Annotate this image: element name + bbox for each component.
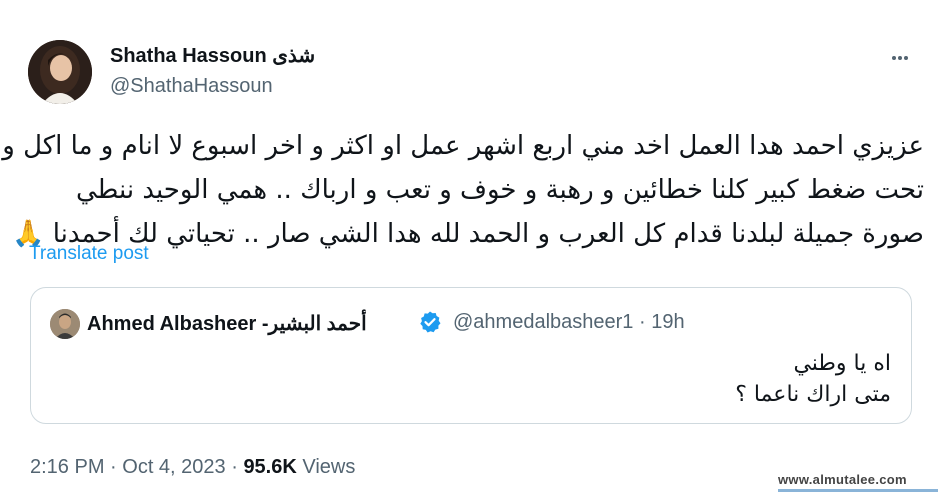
post-text-line: صورة جميلة لبلدنا قدام كل العرب و الحمد … bbox=[12, 219, 924, 249]
quoted-author-name: Ahmed Albasheer -أحمد البشير bbox=[87, 313, 367, 335]
translate-post-link[interactable]: Translate post bbox=[29, 243, 149, 265]
watermark-underline bbox=[778, 489, 938, 492]
quoted-handle-time: @ahmedalbasheer1 · 19h bbox=[453, 311, 685, 333]
quoted-post-text: اه يا وطني متى اراك ناعما ؟ bbox=[735, 348, 891, 410]
views-count: 95.6K bbox=[243, 456, 297, 478]
more-icon bbox=[892, 56, 896, 60]
quoted-author-avatar bbox=[50, 309, 80, 339]
watermark-text: www.almutalee.com bbox=[778, 472, 907, 487]
author-avatar[interactable] bbox=[28, 40, 92, 104]
author-handle[interactable]: @ShathaHassoun bbox=[110, 75, 273, 98]
author-display-name[interactable]: Shatha Hassoun شذى bbox=[110, 43, 315, 68]
post-footer: 2:16 PM · Oct 4, 2023 · 95.6K Views bbox=[30, 456, 355, 479]
post-text-line: تحت ضغط كبير كلنا خطائين و رهبة و خوف و … bbox=[75, 175, 924, 205]
quoted-text-line: متى اراك ناعما ؟ bbox=[735, 382, 891, 407]
quoted-post-card[interactable]: Ahmed Albasheer -أحمد البشير @ahmedalbas… bbox=[30, 287, 912, 424]
post-timestamp[interactable]: 2:16 PM · Oct 4, 2023 · bbox=[30, 456, 243, 478]
more-button[interactable] bbox=[884, 42, 916, 74]
tweet: Shatha Hassoun شذى @ShathaHassoun عزيزي … bbox=[0, 0, 942, 502]
views-label: Views bbox=[296, 456, 356, 478]
post-text-line: عزيزي احمد هدا العمل اخد مني اربع اشهر ع… bbox=[2, 131, 924, 161]
quoted-text-line: اه يا وطني bbox=[793, 351, 891, 376]
verified-badge-icon bbox=[420, 311, 441, 333]
post-text: عزيزي احمد هدا العمل اخد مني اربع اشهر ع… bbox=[2, 124, 924, 256]
